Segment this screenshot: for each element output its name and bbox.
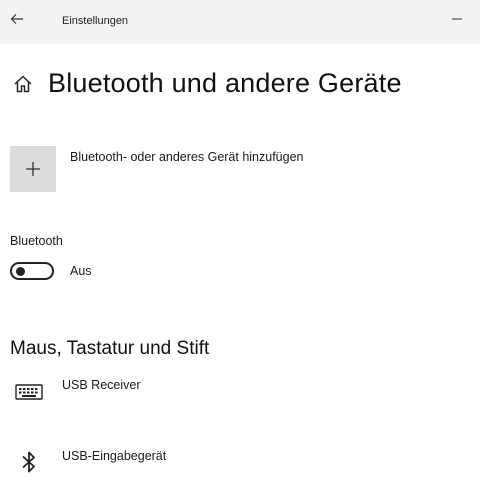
section-title-input-devices: Maus, Tastatur und Stift xyxy=(10,338,210,359)
bluetooth-state-label: Aus xyxy=(70,264,92,278)
add-device-label: Bluetooth- oder anderes Gerät hinzufügen xyxy=(70,150,304,164)
bluetooth-label: Bluetooth xyxy=(10,234,63,248)
bluetooth-toggle-row: Aus xyxy=(10,262,92,280)
plus-icon xyxy=(26,162,40,176)
settings-window: Einstellungen Bluetooth und andere Gerät… xyxy=(0,0,480,481)
page-title: Bluetooth und andere Geräte xyxy=(48,68,402,98)
page-heading: Bluetooth und andere Geräte xyxy=(10,68,402,99)
home-icon xyxy=(10,71,36,97)
title-bar: Einstellungen xyxy=(0,0,480,44)
add-device-button[interactable]: Bluetooth- oder anderes Gerät hinzufügen xyxy=(10,146,304,192)
device-name: USB Receiver xyxy=(62,378,141,392)
device-name: USB-Eingabegerät xyxy=(62,449,167,463)
minimize-button[interactable] xyxy=(442,6,472,32)
minimize-icon xyxy=(452,18,462,20)
add-device-tile[interactable] xyxy=(10,146,56,192)
bluetooth-toggle[interactable] xyxy=(10,262,54,280)
bluetooth-icon xyxy=(10,447,48,477)
back-button[interactable] xyxy=(4,6,30,32)
toggle-knob xyxy=(16,267,25,276)
app-title: Einstellungen xyxy=(62,15,129,27)
keyboard-icon xyxy=(10,376,48,406)
device-item-usb-input[interactable]: USB-Eingabegerät xyxy=(10,447,166,477)
device-item-usb-receiver[interactable]: USB Receiver xyxy=(10,376,141,406)
arrow-left-icon xyxy=(10,14,23,24)
